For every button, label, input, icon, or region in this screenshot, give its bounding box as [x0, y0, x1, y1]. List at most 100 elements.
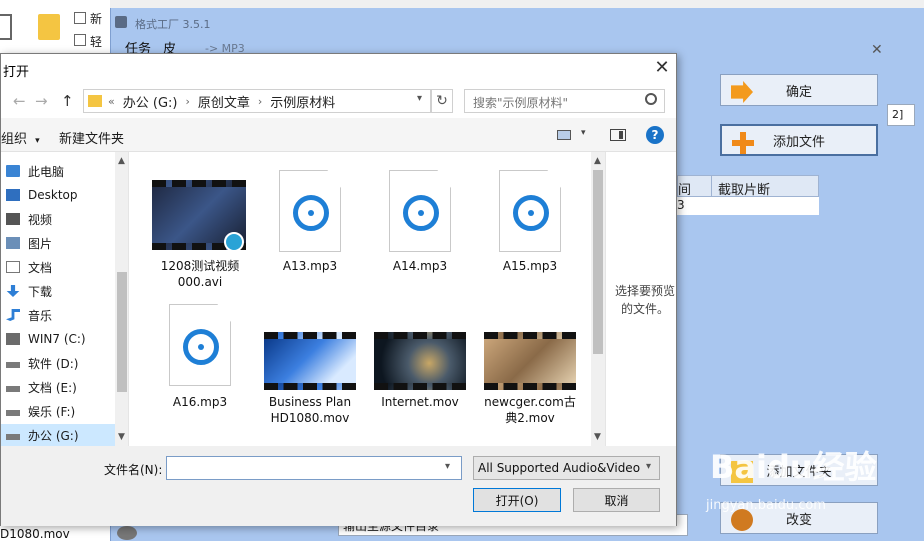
audio-file-icon [169, 304, 231, 386]
preview-pane-icon[interactable] [610, 129, 626, 141]
confirm-button-label: 确定 [785, 84, 812, 100]
close-icon[interactable]: ✕ [651, 57, 673, 79]
breadcrumb-item[interactable]: 办公 (G:) [123, 92, 178, 111]
chevron-down-icon[interactable]: ▼ [118, 432, 125, 442]
breadcrumb-item[interactable]: 示例原材料 [270, 92, 335, 111]
chevron-down-icon[interactable]: ▼ [594, 432, 601, 442]
close-icon[interactable]: ✕ [871, 42, 883, 58]
background-icon [0, 14, 12, 40]
file-item-a13-mp3[interactable]: A13.mp3 [260, 170, 360, 278]
preview-hint: 选择要预览的文件。 [614, 284, 675, 316]
file-item-a16-mp3[interactable]: A16.mp3 [150, 304, 250, 412]
folder-icon [38, 14, 60, 40]
drive-icon [6, 362, 20, 368]
dialog-toolbar: 组织 ▾ 新建文件夹 ▾ ? [1, 118, 676, 152]
video-folder-icon [6, 213, 20, 225]
music-icon [6, 309, 20, 321]
file-list: 1208测试视频 000.avi A13.mp3 A14.mp3 A15.mp3… [129, 152, 605, 446]
address-bar[interactable]: « 办公 (G:) › 原创文章 › 示例原材料 [83, 89, 431, 113]
file-item-internet-mov[interactable]: Internet.mov [370, 330, 470, 430]
open-file-dialog: 打开 ✕ ← → ↑ « 办公 (G:) › 原创文章 › 示例原材料 ▾ ↻ … [0, 53, 677, 526]
tree-item-videos[interactable]: 视频 [1, 208, 115, 230]
file-name: 1208测试视频 [160, 259, 240, 273]
tree-item-label: 文档 [28, 260, 53, 275]
file-name: Business Plan [268, 395, 352, 409]
up-arrow-icon[interactable]: ↑ [61, 92, 74, 110]
tree-item-drive-e[interactable]: 文档 (E:) [1, 376, 115, 398]
dialog-titlebar[interactable]: 打开 ✕ [1, 54, 676, 84]
add-file-button-label: 添加文件 [772, 134, 825, 150]
file-item-1208-avi[interactable]: 1208测试视频 000.avi [150, 178, 246, 289]
tree-item-drive-g[interactable]: 办公 (G:) [1, 424, 115, 446]
organize-button[interactable]: 组织 ▾ [1, 128, 40, 147]
tree-item-label: 图片 [28, 236, 53, 251]
windows-drive-icon [6, 333, 20, 345]
breadcrumb-item[interactable]: 原创文章 [198, 92, 250, 111]
drive-icon [6, 410, 20, 416]
forward-arrow-icon[interactable]: → [35, 92, 48, 110]
tree-item-label: 软件 (D:) [28, 356, 79, 371]
help-icon[interactable]: ? [646, 126, 664, 144]
file-item-a15-mp3[interactable]: A15.mp3 [480, 170, 580, 278]
tree-item-label: 此电脑 [28, 164, 65, 179]
file-name: 000.avi [177, 275, 223, 289]
tree-item-label: 视频 [28, 212, 53, 227]
tree-item-documents[interactable]: 文档 [1, 256, 115, 278]
audio-dot-icon [308, 210, 314, 216]
chevron-down-icon[interactable]: ▾ [581, 128, 586, 138]
film-reel-icon [117, 526, 137, 540]
file-list-scrollbar-thumb[interactable] [593, 170, 603, 354]
cancel-button[interactable]: 取消 [573, 488, 660, 512]
tree-item-label: WIN7 (C:) [28, 332, 86, 346]
audio-ring-icon [403, 195, 439, 231]
light-icon [74, 34, 86, 46]
tree-item-label: 办公 (G:) [28, 428, 79, 443]
tree-item-downloads[interactable]: 下载 [1, 280, 115, 302]
table-row[interactable]: 3 [677, 197, 819, 215]
tree-item-drive-f[interactable]: 娱乐 (F:) [1, 400, 115, 422]
table-header-clip[interactable]: 截取片断 [711, 175, 819, 198]
filename-input[interactable]: ▾ [166, 456, 462, 480]
tree-scrollbar-thumb[interactable] [117, 272, 127, 392]
audio-dot-icon [418, 210, 424, 216]
search-input[interactable]: 搜索"示例原材料" [464, 89, 665, 113]
tree-item-pictures[interactable]: 图片 [1, 232, 115, 254]
view-icon[interactable] [557, 130, 571, 140]
audio-file-icon [279, 170, 341, 252]
file-item-newcger-mov[interactable]: newcger.com古 典2.mov [480, 330, 580, 430]
computer-icon [6, 165, 20, 177]
refresh-icon[interactable]: ↻ [431, 89, 453, 113]
add-file-button[interactable]: 添加文件 [720, 124, 878, 156]
tree-item-drive-d[interactable]: 软件 (D:) [1, 352, 115, 374]
tree-item-this-pc[interactable]: 此电脑 [1, 160, 115, 182]
filetype-value: All Supported Audio&Video [478, 461, 641, 475]
filetype-select[interactable]: All Supported Audio&Video ▾ [473, 456, 660, 480]
chevron-down-icon[interactable]: ▾ [445, 461, 450, 472]
file-item-business-plan-mov[interactable]: Business Plan HD1080.mov [260, 330, 360, 430]
open-button[interactable]: 打开(O) [473, 488, 561, 512]
tree-item-label: 文档 (E:) [28, 380, 77, 395]
desktop-icon [6, 189, 20, 201]
tree-item-music[interactable]: 音乐 [1, 304, 115, 326]
file-item-a14-mp3[interactable]: A14.mp3 [370, 170, 470, 278]
dialog-footer: 文件名(N): ▾ All Supported Audio&Video ▾ 打开… [1, 446, 676, 526]
background-label: 新 [90, 12, 103, 26]
back-arrow-icon[interactable]: ← [13, 92, 26, 110]
search-icon[interactable] [645, 93, 657, 105]
watermark-logo: Baidu经验 [710, 448, 877, 486]
chevron-up-icon[interactable]: ▲ [594, 156, 601, 166]
audio-dot-icon [528, 210, 534, 216]
search-placeholder: 搜索"示例原材料" [473, 96, 569, 110]
video-thumbnail [484, 332, 576, 390]
chevron-up-icon[interactable]: ▲ [118, 156, 125, 166]
breadcrumb-overflow[interactable]: « [108, 95, 115, 108]
video-thumbnail [374, 332, 466, 390]
tree-item-desktop[interactable]: Desktop [1, 184, 115, 206]
chevron-down-icon[interactable]: ▾ [417, 93, 422, 104]
confirm-button[interactable]: 确定 [720, 74, 878, 106]
new-folder-button[interactable]: 新建文件夹 [59, 128, 124, 147]
plus-icon [732, 132, 754, 154]
background-label: 轻 [90, 35, 103, 49]
chevron-down-icon: ▾ [646, 461, 652, 472]
tree-item-drive-c[interactable]: WIN7 (C:) [1, 328, 115, 350]
